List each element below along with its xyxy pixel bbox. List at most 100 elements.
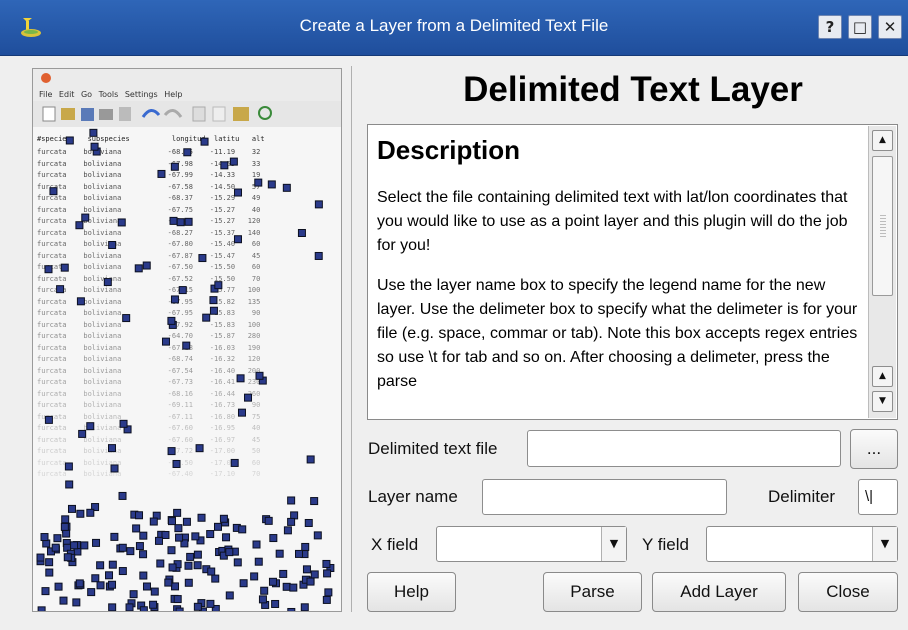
map-point-icon [62, 529, 71, 538]
map-point-icon [220, 161, 229, 170]
delimiter-input[interactable]: \| [858, 479, 898, 515]
map-point-icon [167, 447, 176, 456]
maximize-button[interactable]: □ [848, 15, 872, 39]
map-point-icon [72, 598, 81, 607]
map-point-icon [170, 162, 179, 171]
chevron-down-icon[interactable]: ▼ [872, 527, 897, 561]
add-layer-button[interactable]: Add Layer [652, 572, 786, 612]
browse-button[interactable]: ... [850, 429, 898, 469]
map-point-icon [45, 558, 54, 567]
map-point-icon [183, 148, 192, 157]
map-point-icon [213, 522, 222, 531]
map-point-icon [37, 606, 46, 611]
map-point-icon [86, 508, 95, 517]
scroll-up-icon-lower[interactable]: ▲ [872, 366, 893, 387]
map-point-icon [135, 542, 144, 551]
map-point-icon [322, 559, 331, 568]
map-point-icon [282, 183, 291, 192]
scroll-up-icon[interactable]: ▲ [872, 130, 893, 151]
map-point-icon [250, 572, 259, 581]
delimiter-label: Delimiter [768, 487, 836, 506]
y-field-label: Y field [642, 535, 689, 554]
scroll-thumb[interactable] [872, 156, 893, 296]
delimited-file-input[interactable] [527, 430, 841, 467]
map-point-icon [260, 586, 269, 595]
map-point-icon [110, 532, 119, 541]
x-field-select[interactable]: ▼ [436, 526, 627, 562]
parse-button[interactable]: Parse [543, 572, 642, 612]
map-point-icon [51, 543, 60, 552]
close-title-button[interactable]: ✕ [878, 15, 902, 39]
map-point-icon [91, 574, 100, 583]
map-point-icon [295, 549, 304, 558]
close-button[interactable]: Close [798, 572, 898, 612]
map-point-icon [279, 569, 288, 578]
map-point-icon [168, 563, 177, 572]
map-point-icon [49, 187, 58, 196]
map-point-icon [92, 538, 101, 547]
map-point-icon [161, 337, 170, 346]
help-title-button[interactable]: ? [818, 15, 842, 39]
map-point-icon [118, 491, 127, 500]
map-point-icon [236, 374, 245, 383]
map-point-icon [132, 524, 141, 533]
description-scrollbar[interactable]: ▲ ▲ ▼ [868, 126, 896, 418]
map-point-icon [283, 526, 292, 535]
layer-name-input[interactable] [482, 479, 727, 515]
map-point-icon [206, 599, 215, 608]
map-point-icon [268, 577, 277, 586]
map-point-icon [59, 596, 68, 605]
map-point-icon [254, 178, 263, 187]
map-point-icon [306, 577, 315, 586]
description-box[interactable]: Description Select the file containing d… [367, 124, 898, 420]
map-point-icon [275, 549, 284, 558]
map-point-icon [149, 517, 158, 526]
map-point-icon [287, 496, 296, 505]
map-point-icon [139, 550, 148, 559]
map-point-icon [65, 480, 74, 489]
map-point-icon [322, 595, 331, 604]
map-point-icon [161, 530, 170, 539]
scroll-down-icon[interactable]: ▼ [872, 391, 893, 412]
map-point-icon [169, 216, 178, 225]
map-point-icon [258, 595, 267, 604]
map-point-icon [176, 218, 185, 227]
map-point-icon [167, 517, 176, 526]
map-point-icon [301, 542, 310, 551]
map-point-icon [211, 574, 220, 583]
map-point-icon [81, 213, 90, 222]
map-point-icon [54, 582, 63, 591]
panel-divider [351, 66, 352, 612]
map-point-icon [56, 285, 65, 294]
map-point-icon [105, 571, 114, 580]
map-point-icon [269, 534, 278, 543]
grip-icon [880, 215, 886, 237]
map-point-icon [134, 264, 143, 273]
map-point-icon [186, 552, 195, 561]
help-button[interactable]: Help [367, 572, 456, 612]
map-point-icon [314, 200, 323, 209]
map-point-icon [233, 558, 242, 567]
description-content: Description Select the file containing d… [377, 135, 862, 410]
map-point-icon [156, 559, 165, 568]
map-point-icon [202, 313, 211, 322]
map-point-icon [164, 578, 173, 587]
chevron-down-icon[interactable]: ▼ [601, 527, 626, 561]
map-point-icon [135, 511, 144, 520]
map-point-icon [197, 513, 206, 522]
map-point-icon [110, 464, 119, 473]
map-point-icon [302, 565, 311, 574]
map-point-icon [173, 595, 182, 604]
map-point-icon [314, 251, 323, 260]
map-point-icon [209, 306, 218, 315]
map-point-icon [264, 516, 273, 525]
map-point-icon [40, 533, 49, 542]
map-point-icon [267, 180, 276, 189]
map-point-icon [193, 602, 202, 611]
description-title: Description [377, 135, 521, 165]
map-point-icon [70, 541, 79, 550]
map-point-icon [61, 515, 70, 524]
title-bar[interactable]: Create a Layer from a Delimited Text Fil… [0, 0, 908, 56]
map-point-icon [214, 281, 223, 290]
y-field-select[interactable]: ▼ [706, 526, 898, 562]
